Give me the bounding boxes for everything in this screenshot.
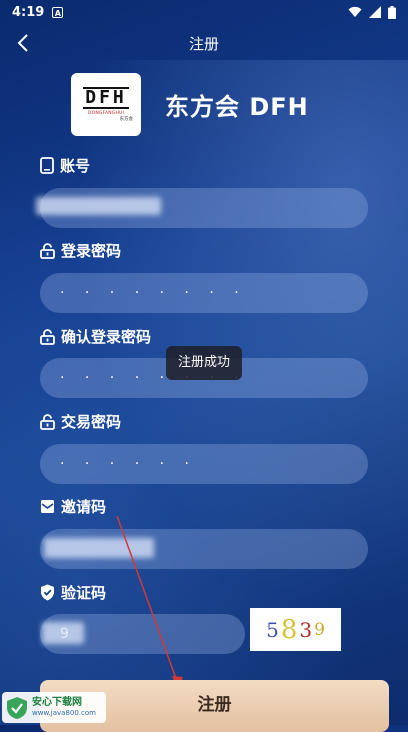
watermark: 安心下载网 www.java800.com [2,692,106,723]
login-password-label: 登录密码 [61,242,122,260]
app-logo: DFH DONGFANGHUI 东方会 [71,73,141,136]
nav-bar: 注册 [0,24,408,62]
invite-code-label-row: 邀请码 [40,496,106,517]
captcha-char: 9 [314,619,325,640]
logo-text: DFH [83,87,129,109]
trade-password-label: 交易密码 [61,413,122,431]
shield-check-icon [41,584,54,601]
cellular-signal-icon [369,6,381,18]
envelope-icon [41,500,54,513]
watermark-title: 安心下载网 [32,697,82,708]
watermark-shield-icon [7,696,27,719]
login-password-input[interactable]: · · · · · · · · [40,273,368,313]
account-label: 账号 [60,157,91,175]
lock-icon [40,328,55,345]
trade-password-label-row: 交易密码 [40,411,121,432]
login-password-label-row: 登录密码 [40,240,121,261]
captcha-char: 3 [299,617,313,642]
invite-code-redacted-mask [44,538,154,558]
captcha-image[interactable]: 5 8 3 9 [250,608,341,651]
trade-password-input[interactable]: · · · · · · [40,444,368,484]
brand-name: 东方会 DFH [165,93,309,121]
status-left: 4:19 A [12,4,64,20]
wifi-icon [348,6,362,17]
captcha-label-row: 验证码 [40,582,106,603]
captcha-char: 8 [280,614,298,645]
confirm-password-label-row: 确认登录密码 [40,326,151,347]
account-label-row: 账号 [40,155,90,176]
logo-subtitle-cn: 东方会 [119,117,134,122]
chevron-left-icon [17,34,28,52]
captcha-redacted-mask [42,622,84,644]
back-button[interactable] [10,30,36,56]
status-right [348,5,396,19]
status-time: 4:19 [12,4,45,20]
notification-app-icon: A [52,6,64,18]
status-bar: 4:19 A [0,0,408,24]
lock-icon [40,242,55,259]
lock-icon [40,413,55,430]
watermark-url: www.java800.com [32,709,96,717]
battery-icon [388,5,396,19]
success-toast: 注册成功 [166,346,242,380]
watermark-text: 安心下载网 www.java800.com [32,698,96,717]
account-redacted-mask [36,197,161,215]
brand-header: DFH DONGFANGHUI 东方会 东方会 DFH [71,73,309,136]
invite-code-label: 邀请码 [61,498,107,516]
captcha-char: 5 [266,617,279,642]
page-title: 注册 [188,34,219,53]
confirm-password-label: 确认登录密码 [61,328,152,346]
phone-icon [40,157,54,174]
captcha-label: 验证码 [61,584,107,602]
